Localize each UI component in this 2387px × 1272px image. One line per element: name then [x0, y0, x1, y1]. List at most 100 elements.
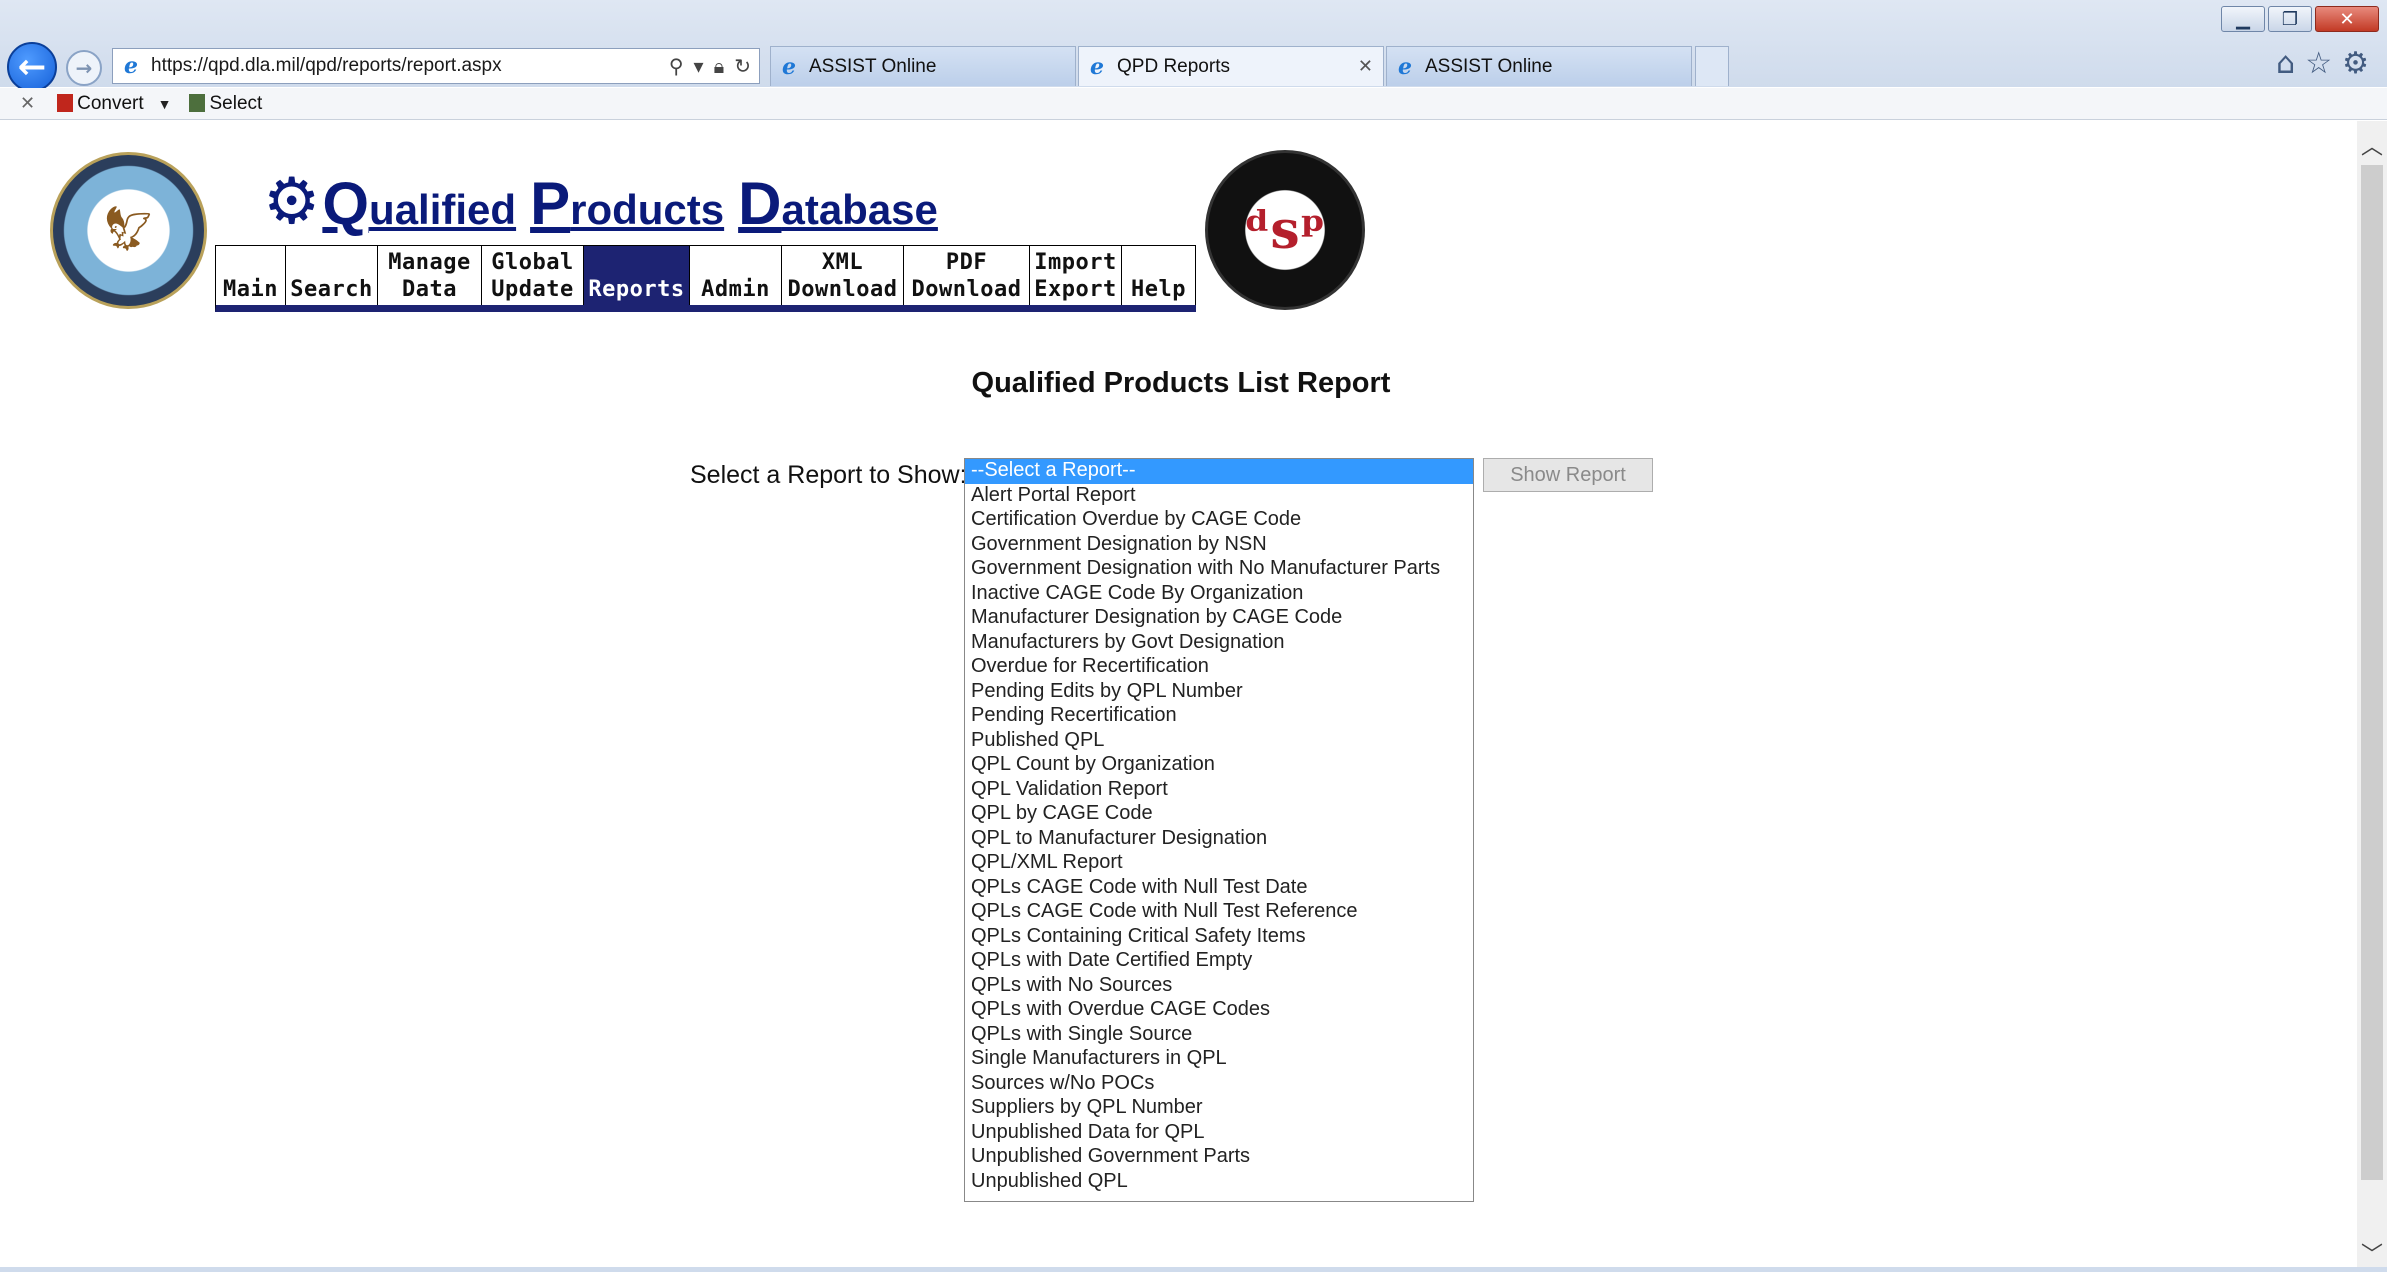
report-option[interactable]: QPLs with Date Certified Empty	[965, 949, 1473, 974]
new-tab-button[interactable]	[1695, 46, 1729, 86]
report-option[interactable]: --Select a Report--	[965, 459, 1473, 484]
restore-button[interactable]: ❐	[2268, 6, 2312, 32]
browser-tools: ⌂ ☆ ⚙	[2276, 46, 2369, 81]
forward-arrow-icon: →	[75, 56, 93, 80]
report-option[interactable]: QPLs CAGE Code with Null Test Date	[965, 876, 1473, 901]
report-option[interactable]: QPL by CAGE Code	[965, 802, 1473, 827]
report-option[interactable]: Single Manufacturers in QPL	[965, 1047, 1473, 1072]
nav-reports[interactable]: Reports	[584, 245, 690, 305]
nav-xml-download[interactable]: XML Download	[782, 245, 904, 305]
tab-qpd-reports[interactable]: e QPD Reports ✕	[1078, 46, 1384, 86]
dropdown-arrow-icon[interactable]: ▾	[694, 54, 704, 78]
report-option[interactable]: QPLs Containing Critical Safety Items	[965, 925, 1473, 950]
report-option[interactable]: QPL Count by Organization	[965, 753, 1473, 778]
report-option[interactable]: Certification Overdue by CAGE Code	[965, 508, 1473, 533]
report-option[interactable]: Overdue for Recertification	[965, 655, 1473, 680]
logo-letter-p: P	[530, 170, 571, 237]
window-bottom-edge	[0, 1267, 2387, 1272]
address-tools: ⚲ ▾ 🔒︎ ↻	[669, 54, 759, 78]
back-button[interactable]: ←	[7, 42, 57, 92]
report-option[interactable]: QPLs with No Sources	[965, 974, 1473, 999]
report-option[interactable]: QPL Validation Report	[965, 778, 1473, 803]
tab-label: ASSIST Online	[1425, 55, 1553, 77]
report-select-list[interactable]: --Select a Report-- Alert Portal Report Ce…	[964, 458, 1474, 1202]
nav-label: Global Update	[491, 250, 574, 302]
search-icon[interactable]: ⚲	[669, 54, 684, 78]
page-content: 🦅︎ ⚙ Q ualified P roducts D atabase ᵈsᵖ …	[5, 121, 2357, 1267]
scroll-down-icon[interactable]: ﹀	[2357, 1237, 2387, 1268]
report-option[interactable]: Unpublished Data for QPL	[965, 1121, 1473, 1146]
tab-close-icon[interactable]: ✕	[1358, 56, 1383, 77]
report-option[interactable]: Sources w/No POCs	[965, 1072, 1473, 1097]
nav-manage-data[interactable]: Manage Data	[378, 245, 482, 305]
scroll-thumb[interactable]	[2361, 165, 2383, 1180]
close-toolbar-icon[interactable]: ✕	[20, 93, 35, 114]
report-option[interactable]: QPL to Manufacturer Designation	[965, 827, 1473, 852]
main-nav: Main Search Manage Data Global Update Report…	[215, 245, 1196, 312]
tab-assist-online-1[interactable]: e ASSIST Online	[770, 46, 1076, 86]
tab-assist-online-2[interactable]: e ASSIST Online	[1386, 46, 1692, 86]
vertical-scrollbar[interactable]: ︿ ﹀	[2357, 121, 2387, 1268]
logo-word-roducts: roducts	[570, 186, 725, 233]
refresh-icon[interactable]: ↻	[734, 54, 751, 78]
nav-main[interactable]: Main	[216, 245, 286, 305]
settings-gear-icon[interactable]: ⚙	[2342, 46, 2369, 81]
nav-label: Reports	[588, 277, 685, 302]
report-option[interactable]: Unpublished Government Parts	[965, 1145, 1473, 1170]
ie-page-icon: e	[124, 53, 138, 79]
dod-seal-logo: 🦅︎	[50, 152, 207, 309]
browser-chrome: ▁ ❐ ✕ ← → e https://qpd.dla.mil/qpd/repo…	[0, 0, 2387, 92]
convert-label: Convert	[77, 92, 144, 114]
lock-icon[interactable]: 🔒︎	[714, 54, 725, 78]
select-button[interactable]: Select	[189, 93, 262, 115]
report-option[interactable]: Pending Edits by QPL Number	[965, 680, 1473, 705]
nav-label: Manage Data	[388, 250, 471, 302]
ie-tab-icon: e	[1090, 53, 1104, 80]
dsp-mark-icon: ᵈsᵖ	[1244, 199, 1326, 261]
report-option[interactable]: Government Designation with No Manufactu…	[965, 557, 1473, 582]
command-bar: ✕ Convert ▼ Select	[0, 88, 2387, 120]
close-window-button[interactable]: ✕	[2315, 6, 2379, 32]
report-option[interactable]: Pending Recertification	[965, 704, 1473, 729]
nav-global-update[interactable]: Global Update	[482, 245, 584, 305]
ie-tab-icon: e	[782, 53, 796, 80]
nav-help[interactable]: Help	[1122, 245, 1196, 305]
report-option[interactable]: Suppliers by QPL Number	[965, 1096, 1473, 1121]
nav-pdf-download[interactable]: PDF Download	[904, 245, 1030, 305]
favorites-star-icon[interactable]: ☆	[2305, 46, 2332, 81]
report-option[interactable]: Manufacturer Designation by CAGE Code	[965, 606, 1473, 631]
nav-import-export[interactable]: Import Export	[1030, 245, 1122, 305]
back-arrow-icon: ←	[17, 47, 47, 87]
report-option[interactable]: Inactive CAGE Code By Organization	[965, 582, 1473, 607]
report-option[interactable]: Published QPL	[965, 729, 1473, 754]
nav-search[interactable]: Search	[286, 245, 378, 305]
logo-word-atabase: atabase	[781, 186, 938, 233]
nav-admin[interactable]: Admin	[690, 245, 782, 305]
nav-label: XML Download	[787, 250, 898, 302]
logo-word-ualified: ualified	[369, 186, 517, 233]
report-option[interactable]: Manufacturers by Govt Designation	[965, 631, 1473, 656]
show-report-button[interactable]: Show Report	[1483, 458, 1653, 492]
address-url[interactable]: https://qpd.dla.mil/qpd/reports/report.a…	[151, 55, 669, 77]
report-option[interactable]: Unpublished QPL	[965, 1170, 1473, 1195]
report-option[interactable]: Alert Portal Report	[965, 484, 1473, 509]
convert-button[interactable]: Convert	[57, 93, 144, 115]
home-icon[interactable]: ⌂	[2276, 46, 2295, 81]
report-option[interactable]: QPLs with Single Source	[965, 1023, 1473, 1048]
select-tool-icon	[189, 94, 206, 113]
report-option[interactable]: QPL/XML Report	[965, 851, 1473, 876]
nav-label: Main	[223, 277, 278, 302]
qpd-logo: ⚙ Q ualified P roducts D atabase	[263, 159, 952, 234]
page-title: Qualified Products List Report	[971, 367, 1391, 399]
select-label: Select	[209, 92, 263, 114]
convert-dropdown-icon[interactable]: ▼	[158, 96, 172, 112]
report-option[interactable]: QPLs CAGE Code with Null Test Reference	[965, 900, 1473, 925]
address-bar[interactable]: e https://qpd.dla.mil/qpd/reports/report…	[112, 48, 760, 84]
scroll-up-icon[interactable]: ︿	[2357, 129, 2387, 160]
pdf-convert-icon	[57, 94, 74, 113]
report-option[interactable]: QPLs with Overdue CAGE Codes	[965, 998, 1473, 1023]
minimize-button[interactable]: ▁	[2221, 6, 2265, 32]
report-option[interactable]: Government Designation by NSN	[965, 533, 1473, 558]
forward-button[interactable]: →	[66, 50, 102, 86]
nav-label: Admin	[701, 277, 770, 302]
